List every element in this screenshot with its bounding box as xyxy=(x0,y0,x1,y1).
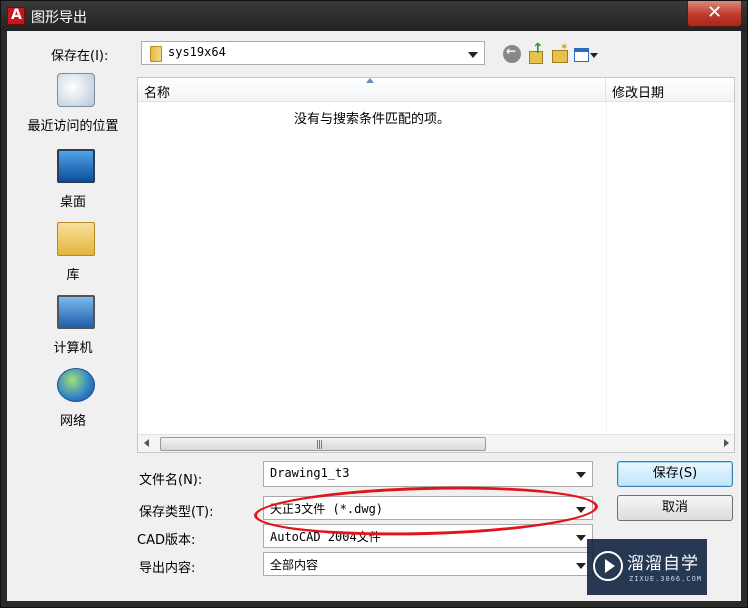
chevron-down-icon[interactable] xyxy=(576,563,586,569)
place-label: 网络 xyxy=(59,414,86,429)
folder-icon xyxy=(150,46,162,62)
lookin-value: sys19x64 xyxy=(168,45,226,59)
scroll-right-icon[interactable] xyxy=(724,439,729,447)
recent-places-icon xyxy=(57,73,95,107)
place-label: 计算机 xyxy=(53,341,93,356)
place-recent[interactable]: 最近访问的位置 xyxy=(13,69,133,139)
place-computer[interactable]: 计算机 xyxy=(13,291,133,361)
filename-value: Drawing1_t3 xyxy=(270,466,350,480)
column-header-date[interactable]: 修改日期 xyxy=(606,78,734,102)
chevron-down-icon[interactable] xyxy=(576,472,586,478)
libraries-icon xyxy=(57,222,95,256)
play-logo-icon xyxy=(593,551,623,581)
filename-input[interactable]: Drawing1_t3 xyxy=(263,461,593,487)
filetype-label: 保存类型(T): xyxy=(139,505,214,520)
place-label: 库 xyxy=(66,268,80,283)
export-content-label: 导出内容: xyxy=(139,561,196,576)
column-header-label: 名称 xyxy=(144,86,171,101)
watermark-subtext: ZIXUE.3066.COM xyxy=(629,575,703,583)
column-header-label: 修改日期 xyxy=(612,86,665,101)
lookin-label: 保存在(I): xyxy=(51,49,109,64)
lookin-dropdown[interactable]: sys19x64 xyxy=(141,41,485,65)
computer-icon xyxy=(57,295,95,329)
places-bar: 最近访问的位置 桌面 库 计算机 网络 xyxy=(13,69,133,449)
cancel-button[interactable]: 取消 xyxy=(617,495,733,521)
back-icon[interactable] xyxy=(503,44,521,63)
watermark: 溜溜自学 ZIXUE.3066.COM xyxy=(587,539,707,595)
place-label: 桌面 xyxy=(59,195,86,210)
up-folder-icon[interactable] xyxy=(527,41,545,64)
cad-version-label: CAD版本: xyxy=(137,533,196,548)
place-network[interactable]: 网络 xyxy=(13,364,133,434)
empty-message: 没有与搜索条件匹配的项。 xyxy=(293,112,450,127)
file-list[interactable]: 名称 修改日期 没有与搜索条件匹配的项。 ||| xyxy=(137,77,735,453)
autocad-app-icon xyxy=(7,7,25,25)
network-icon xyxy=(57,368,95,402)
column-divider xyxy=(606,102,607,432)
desktop-icon xyxy=(57,149,95,183)
scroll-left-icon[interactable] xyxy=(144,439,149,447)
export-dialog: 图形导出 ✕ 保存在(I): sys19x64 最近访问的位置 桌面 库 xyxy=(0,0,748,608)
view-menu-icon[interactable] xyxy=(573,45,599,63)
place-libraries[interactable]: 库 xyxy=(13,218,133,288)
filename-label: 文件名(N): xyxy=(139,473,203,488)
place-label: 最近访问的位置 xyxy=(27,119,119,134)
new-folder-icon[interactable] xyxy=(551,42,569,63)
sort-ascending-icon xyxy=(366,78,374,83)
export-content-value: 全部内容 xyxy=(270,558,319,572)
title-bar[interactable]: 图形导出 ✕ xyxy=(1,1,747,31)
column-header-name[interactable]: 名称 xyxy=(138,78,606,102)
scroll-thumb[interactable]: ||| xyxy=(160,437,486,451)
chevron-down-icon[interactable] xyxy=(576,535,586,541)
chevron-down-icon[interactable] xyxy=(468,52,478,58)
watermark-text: 溜溜自学 xyxy=(627,554,699,574)
scroll-grip-icon: ||| xyxy=(316,440,323,450)
export-content-dropdown[interactable]: 全部内容 xyxy=(263,552,593,576)
close-button[interactable]: ✕ xyxy=(687,1,742,27)
save-button[interactable]: 保存(S) xyxy=(617,461,733,487)
place-desktop[interactable]: 桌面 xyxy=(13,145,133,215)
dialog-title: 图形导出 xyxy=(31,10,87,26)
horizontal-scrollbar[interactable]: ||| xyxy=(138,434,734,452)
